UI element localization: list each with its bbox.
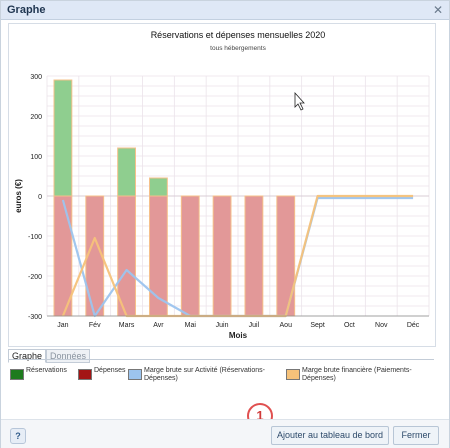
legend-label: Dépenses — [94, 367, 126, 374]
x-tick-label: Mars — [119, 322, 135, 329]
x-tick-label: Juil — [249, 322, 260, 329]
bar-depenses — [212, 195, 232, 317]
chart-dialog: Graphe ✕ Réservations et dépenses mensue… — [0, 0, 450, 448]
chart-tabs: Graphe Données — [8, 346, 91, 363]
y-tick-label: -200 — [28, 274, 42, 281]
x-tick-label: Sept — [310, 322, 324, 329]
bar-depenses — [276, 195, 296, 317]
y-tick-label: -100 — [28, 234, 42, 241]
x-tick-label: Fév — [89, 322, 101, 329]
y-tick-label: 100 — [30, 154, 42, 161]
chart-legend: Réservations Dépenses Marge brute sur Ac… — [8, 363, 434, 389]
close-button[interactable]: Fermer — [393, 426, 439, 445]
dialog-title: Graphe — [7, 4, 46, 16]
y-tick-label: 200 — [30, 114, 42, 121]
tab-donnees[interactable]: Données — [46, 349, 91, 363]
bar-reservations — [149, 177, 168, 197]
help-button[interactable]: ? — [10, 428, 26, 444]
legend-swatch — [78, 369, 92, 380]
y-tick-label: 0 — [38, 194, 42, 201]
bar-depenses — [244, 195, 264, 317]
x-tick-label: Aou — [280, 322, 293, 329]
legend-swatch — [286, 369, 300, 380]
dialog-titlebar: Graphe ✕ — [1, 1, 449, 20]
tab-divider — [8, 359, 434, 360]
chart-title: Réservations et dépenses mensuelles 2020 — [151, 30, 326, 40]
x-tick-label: Nov — [375, 322, 388, 329]
x-axis-label: Mois — [229, 331, 248, 340]
y-tick-label: -300 — [28, 314, 42, 321]
chart-subtitle: tous hébergements — [210, 45, 266, 52]
y-axis-label: euros (€) — [14, 179, 23, 213]
x-tick-label: Jan — [57, 322, 68, 329]
tab-graphe[interactable]: Graphe — [8, 349, 47, 363]
legend-swatch — [10, 369, 24, 380]
legend-swatch — [128, 369, 142, 380]
close-icon[interactable]: ✕ — [433, 3, 443, 17]
x-tick-label: Avr — [153, 322, 164, 329]
add-to-dashboard-button[interactable]: Ajouter au tableau de bord — [271, 426, 389, 445]
x-tick-label: Juin — [216, 322, 229, 329]
legend-label: Marge brute sur Activité (Réservations-D… — [144, 367, 265, 382]
legend-label: Réservations — [26, 367, 67, 374]
chart-svg: Réservations et dépenses mensuelles 2020… — [14, 30, 430, 340]
bar-reservations — [117, 147, 136, 197]
bar-depenses — [180, 195, 200, 317]
dialog-footer: ? Ajouter au tableau de bord Fermer — [1, 419, 449, 448]
bar-reservations — [53, 79, 73, 197]
legend-label: Marge brute financière (Paiements-Dépens… — [302, 367, 412, 382]
x-tick-label: Oct — [344, 322, 355, 329]
x-tick-label: Mai — [185, 322, 197, 329]
x-tick-label: Déc — [407, 322, 420, 329]
y-tick-label: 300 — [30, 74, 42, 81]
chart-area: Réservations et dépenses mensuelles 2020… — [8, 23, 436, 347]
